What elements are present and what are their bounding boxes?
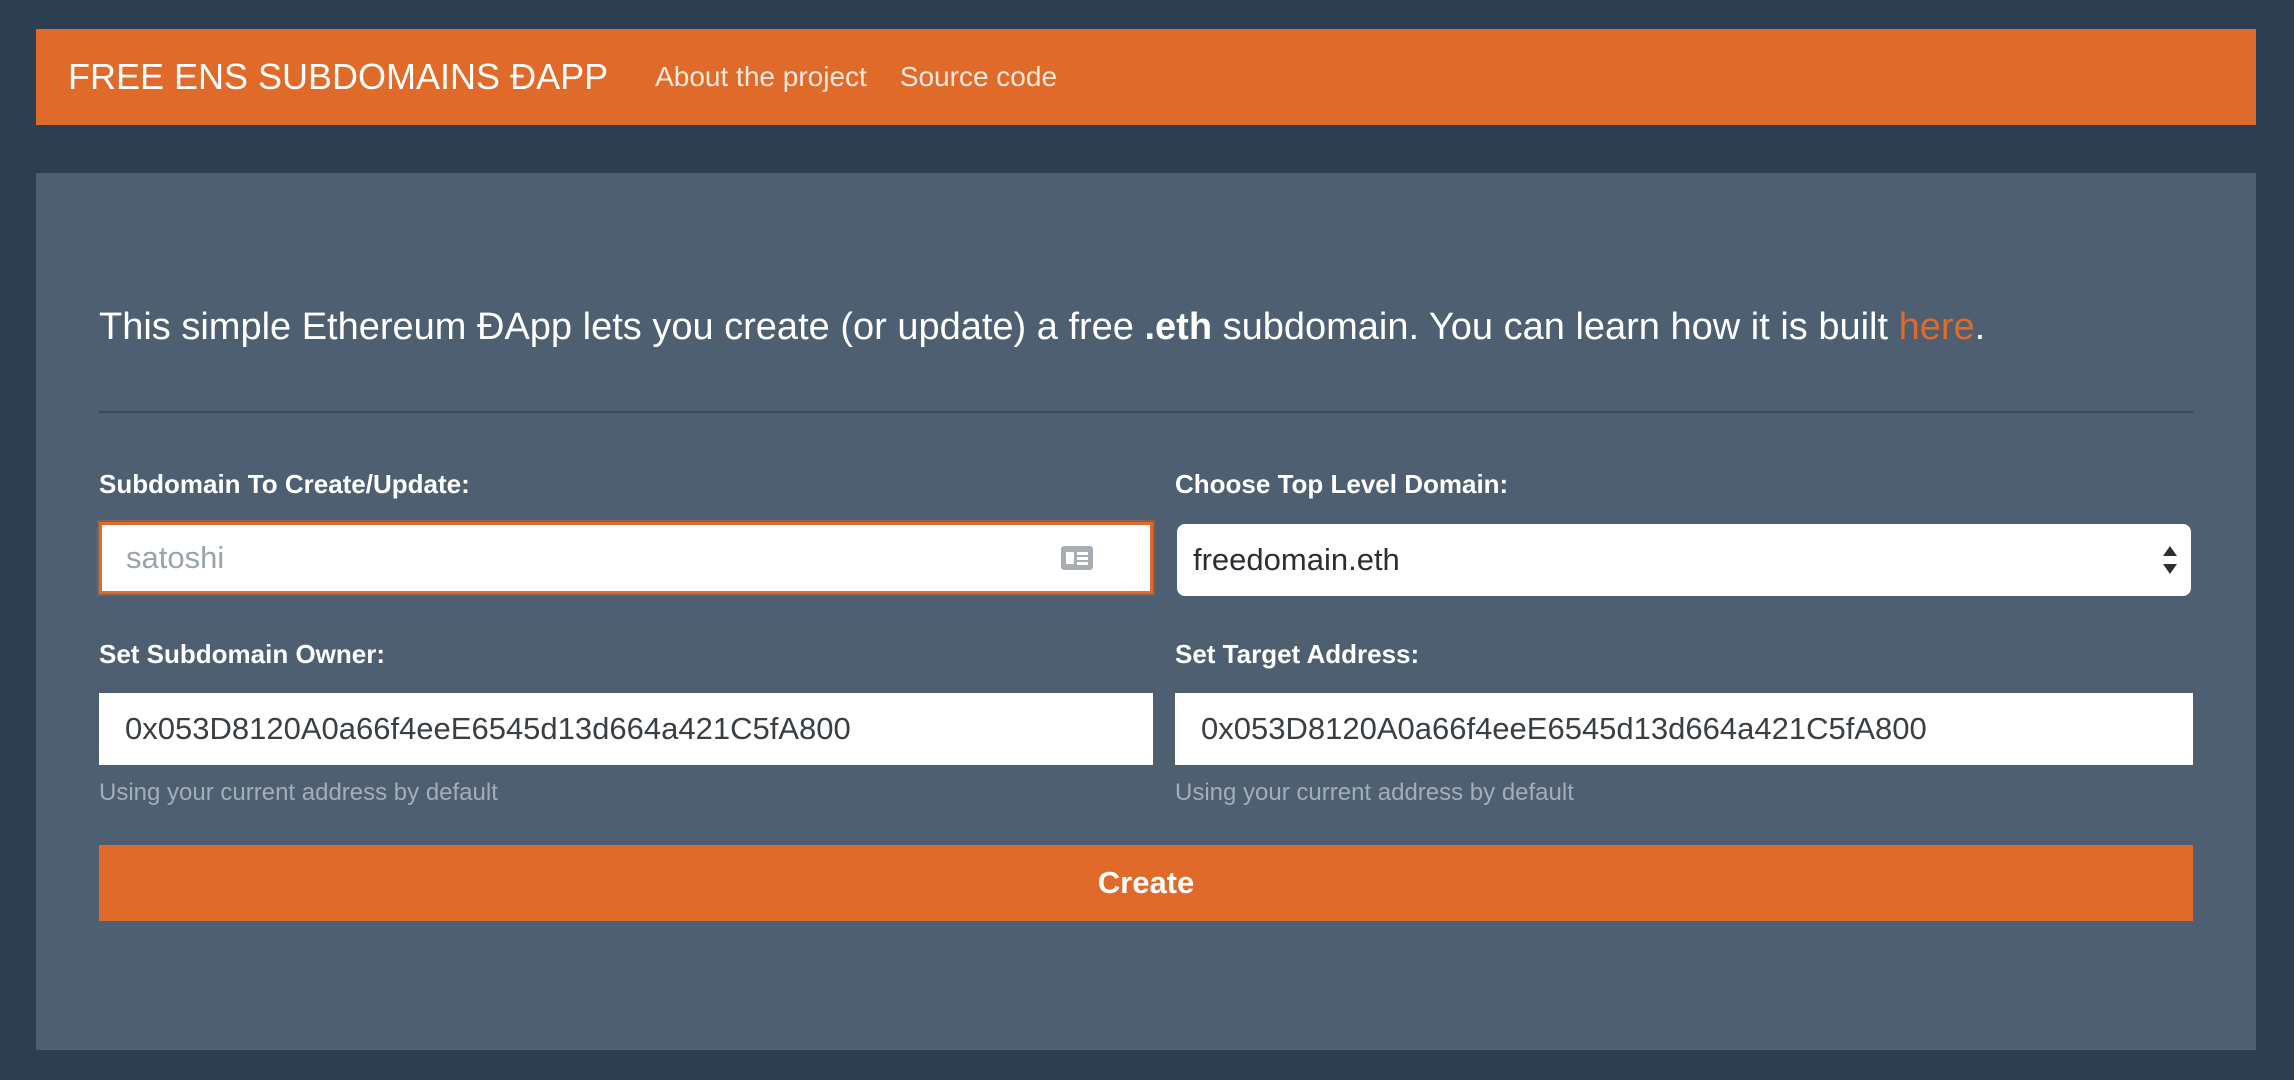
tld-select[interactable]: freedomain.eth <box>1177 524 2191 596</box>
intro-here-link[interactable]: here <box>1899 306 1975 348</box>
create-button[interactable]: Create <box>99 845 2193 921</box>
owner-address-input[interactable] <box>99 693 1153 765</box>
nav-link-source-code[interactable]: Source code <box>900 61 1057 93</box>
divider <box>99 411 2193 413</box>
nav-link-about[interactable]: About the project <box>655 61 867 93</box>
target-address-input[interactable] <box>1175 693 2193 765</box>
subdomain-input[interactable] <box>99 522 1153 594</box>
intro-text-middle: subdomain. You can learn how it is built <box>1212 306 1899 348</box>
tld-selected-value: freedomain.eth <box>1193 542 1400 577</box>
contact-card-icon <box>1061 546 1093 570</box>
navbar: FREE ENS SUBDOMAINS ĐAPP About the proje… <box>36 29 2256 125</box>
tld-label: Choose Top Level Domain: <box>1175 469 1509 499</box>
intro-text: This simple Ethereum ĐApp lets you creat… <box>99 306 2219 349</box>
main-panel: This simple Ethereum ĐApp lets you creat… <box>36 173 2256 1050</box>
intro-text-before: This simple Ethereum ĐApp lets you creat… <box>99 306 1145 348</box>
intro-text-eth: .eth <box>1144 306 1213 348</box>
owner-help-text: Using your current address by default <box>99 779 498 806</box>
select-arrows-icon <box>2163 546 2177 574</box>
intro-text-after: . <box>1974 306 1986 348</box>
target-help-text: Using your current address by default <box>1175 779 1574 806</box>
brand-title[interactable]: FREE ENS SUBDOMAINS ĐAPP <box>68 56 608 98</box>
owner-label: Set Subdomain Owner: <box>99 639 386 669</box>
subdomain-label: Subdomain To Create/Update: <box>99 469 470 499</box>
target-label: Set Target Address: <box>1175 639 1420 669</box>
